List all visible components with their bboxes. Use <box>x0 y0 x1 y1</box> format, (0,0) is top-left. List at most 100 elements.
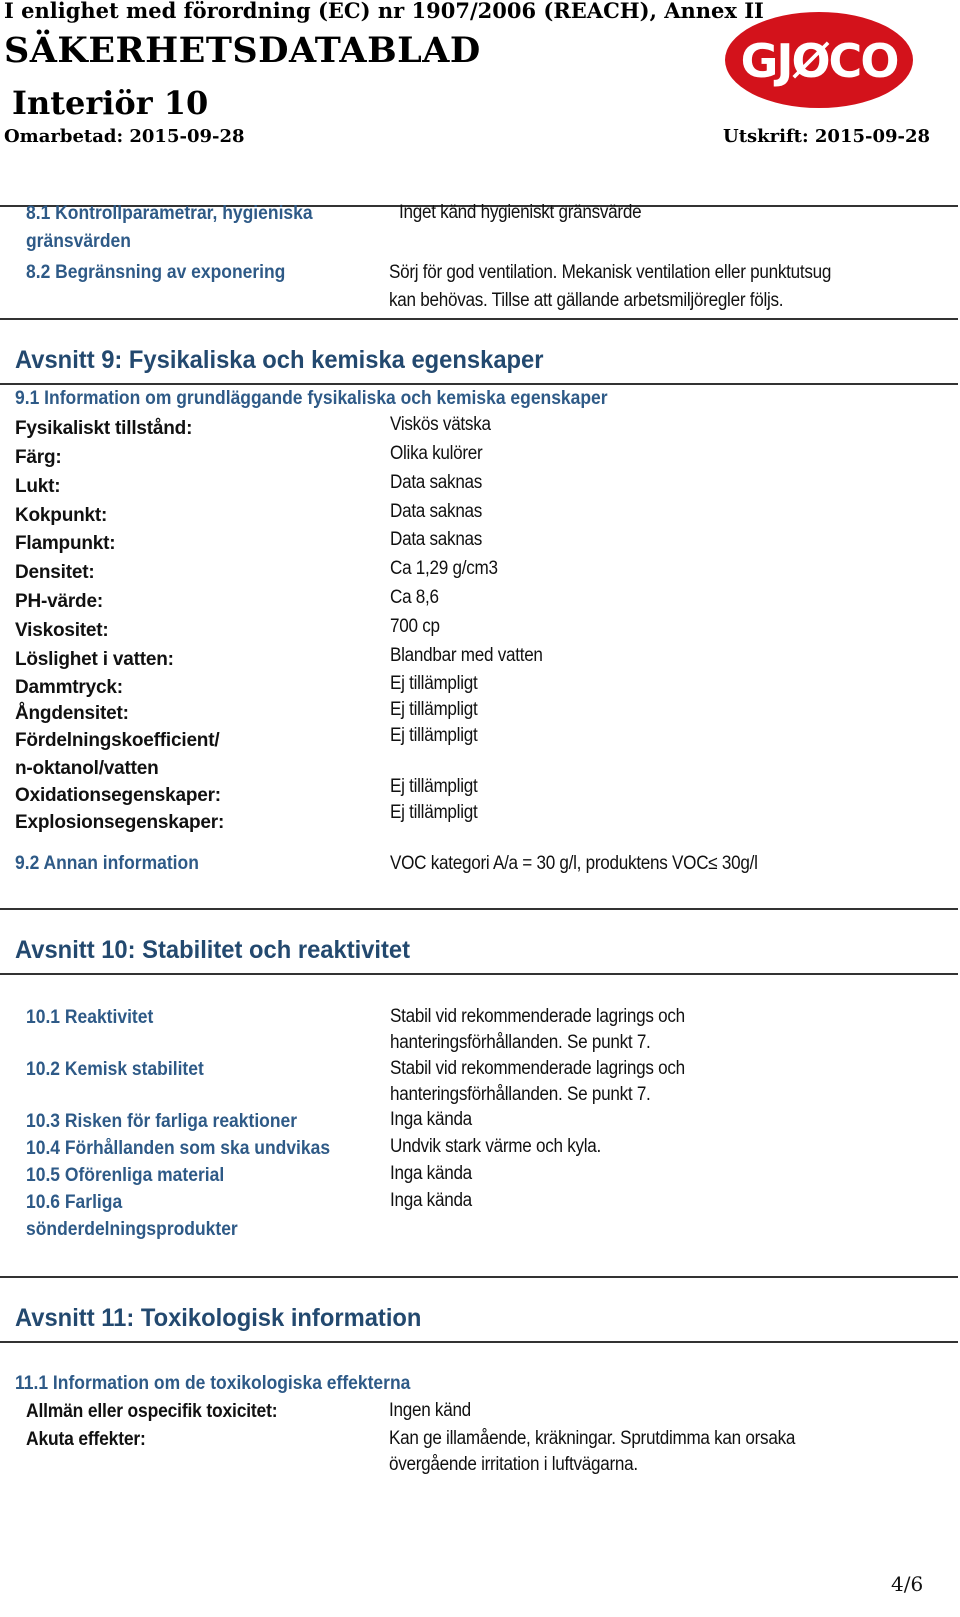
value-line: Inga kända <box>390 1163 472 1184</box>
label-line: 10.5 Oförenliga material <box>26 1165 225 1186</box>
property-label: Kokpunkt: <box>15 502 107 530</box>
logo-icon: GJØCO <box>725 12 913 108</box>
label-line: 10.4 Förhållanden som ska undvikas <box>26 1138 331 1159</box>
regulation-line: I enlighet med förordning (EC) nr 1907/2… <box>4 0 764 23</box>
property-value: Olika kulörer <box>390 443 483 464</box>
label-line: Explosionsegenskaper: <box>15 812 225 833</box>
section-9-heading: Avsnitt 9: Fysikaliska och kemiska egens… <box>15 346 544 374</box>
property-value: Ej tillämpligt <box>390 699 478 720</box>
label-line: PH-värde: <box>15 591 103 612</box>
label-line: 8.1 Kontrollparametrar, hygieniska <box>26 203 313 224</box>
section-10-heading: Avsnitt 10: Stabilitet och reaktivitet <box>15 936 411 964</box>
section-10-label: 10.2 Kemisk stabilitet <box>26 1056 204 1083</box>
property-label: Explosionsegenskaper: <box>15 809 224 837</box>
section-8-1-label: 8.1 Kontrollparametrar, hygieniska gräns… <box>26 200 313 256</box>
document-title: SÄKERHETSDATABLAD <box>4 30 481 71</box>
page-number: 4/6 <box>891 1572 924 1596</box>
label-line: Fördelningskoefficient/ <box>15 730 220 751</box>
property-label: Färg: <box>15 444 62 472</box>
section-11-1-heading: 11.1 Information om de toxikologiska eff… <box>15 1373 411 1394</box>
value-line: Inga kända <box>390 1190 472 1211</box>
toxicity-label: Allmän eller ospecifik toxicitet: <box>26 1401 278 1422</box>
property-label: Oxidationsegenskaper: <box>15 782 221 810</box>
property-label: Löslighet i vatten: <box>15 646 174 674</box>
acute-effects-value: Kan ge illamående, kräkningar. Sprutdimm… <box>389 1426 795 1478</box>
divider <box>0 383 958 385</box>
label-line: 10.3 Risken för farliga reaktioner <box>26 1111 298 1132</box>
section-10-value: Inga kända <box>390 1161 472 1187</box>
divider <box>0 973 958 975</box>
label-line: n-oktanol/vatten <box>15 758 159 779</box>
value-line: Sörj för god ventilation. Mekanisk venti… <box>389 262 832 283</box>
toxicity-value: Ingen känd <box>389 1400 471 1421</box>
label-line: Oxidationsegenskaper: <box>15 785 221 806</box>
property-value: Ca 1,29 g/cm3 <box>390 558 498 579</box>
section-8-1-value: Inget känd hygieniskt gränsvärde <box>399 202 642 223</box>
label-line: 10.6 Farliga <box>26 1192 123 1213</box>
label-line: sönderdelningsprodukter <box>26 1219 238 1240</box>
property-value: Ej tillämpligt <box>390 673 478 694</box>
label-line: Lukt: <box>15 476 61 497</box>
section-10-value: Inga kända <box>390 1188 472 1214</box>
gjoco-logo: GJØCO <box>723 10 915 110</box>
section-9-2-label: 9.2 Annan information <box>15 853 199 874</box>
property-label: Densitet: <box>15 559 95 587</box>
value-line: övergående irritation i luftvägarna. <box>389 1454 638 1475</box>
logo-text: GJØCO <box>741 34 898 88</box>
label-line: Löslighet i vatten: <box>15 649 174 670</box>
product-name: Interiör 10 <box>12 84 209 122</box>
divider <box>0 908 958 910</box>
property-value: Data saknas <box>390 501 483 522</box>
property-label: Viskositet: <box>15 617 109 645</box>
value-line: Stabil vid rekommenderade lagrings och <box>390 1006 685 1027</box>
printed-date: Utskrift: 2015-09-28 <box>723 126 931 147</box>
label-line: 10.2 Kemisk stabilitet <box>26 1059 204 1080</box>
label-line: Viskositet: <box>15 620 109 641</box>
label-line: Färg: <box>15 447 62 468</box>
property-value: Data saknas <box>390 472 483 493</box>
divider <box>0 1341 958 1343</box>
section-8-2-value: Sörj för god ventilation. Mekanisk venti… <box>389 259 831 315</box>
section-10-value: Inga kända <box>390 1107 472 1133</box>
property-label: Fysikaliskt tillstånd: <box>15 415 192 443</box>
property-label: Ångdensitet: <box>15 700 129 728</box>
label-line: Fysikaliskt tillstånd: <box>15 418 193 439</box>
value-line: hanteringsförhållanden. Se punkt 7. <box>390 1084 651 1105</box>
property-value: 700 cp <box>390 616 440 637</box>
property-value: Ej tillämpligt <box>390 776 478 797</box>
value-line: Inga kända <box>390 1109 472 1130</box>
property-value: Ej tillämpligt <box>390 802 478 823</box>
section-10-value: Undvik stark värme och kyla. <box>390 1134 601 1160</box>
section-10-label: 10.5 Oförenliga material <box>26 1162 224 1189</box>
property-label: Flampunkt: <box>15 530 116 558</box>
value-line: kan behövas. Tillse att gällande arbetsm… <box>389 290 784 311</box>
label-line: Densitet: <box>15 562 95 583</box>
value-line: Stabil vid rekommenderade lagrings och <box>390 1058 685 1079</box>
label-line: Dammtryck: <box>15 677 123 698</box>
section-10-label: 10.4 Förhållanden som ska undvikas <box>26 1135 330 1162</box>
label-line: Flampunkt: <box>15 533 116 554</box>
section-8-2-label: 8.2 Begränsning av exponering <box>26 262 286 283</box>
section-9-1-heading: 9.1 Information om grundläggande fysikal… <box>15 388 608 409</box>
section-10-value: Stabil vid rekommenderade lagrings och ha… <box>390 1056 685 1108</box>
property-value: Ca 8,6 <box>390 587 439 608</box>
property-label: Dammtryck: <box>15 674 123 702</box>
divider <box>0 1276 958 1278</box>
acute-effects-label: Akuta effekter: <box>26 1429 146 1450</box>
revised-date: Omarbetad: 2015-09-28 <box>4 126 245 147</box>
value-line: hanteringsförhållanden. Se punkt 7. <box>390 1032 651 1053</box>
property-value: Viskös vätska <box>390 414 491 435</box>
property-value: Ej tillämpligt <box>390 725 478 746</box>
label-line: 10.1 Reaktivitet <box>26 1007 154 1028</box>
property-label: PH-värde: <box>15 588 103 616</box>
label-line: Kokpunkt: <box>15 505 108 526</box>
value-line: Undvik stark värme och kyla. <box>390 1136 602 1157</box>
value-line: Kan ge illamående, kräkningar. Sprutdimm… <box>389 1428 796 1449</box>
section-10-label: 10.6 Farliga sönderdelningsprodukter <box>26 1189 238 1243</box>
section-10-value: Stabil vid rekommenderade lagrings och ha… <box>390 1004 685 1056</box>
property-value: Data saknas <box>390 529 483 550</box>
label-line: gränsvärden <box>26 231 131 252</box>
label-line: Ångdensitet: <box>15 703 129 724</box>
section-9-2-value: VOC kategori A/a = 30 g/l, produktens VO… <box>390 853 758 874</box>
property-value: Blandbar med vatten <box>390 645 543 666</box>
